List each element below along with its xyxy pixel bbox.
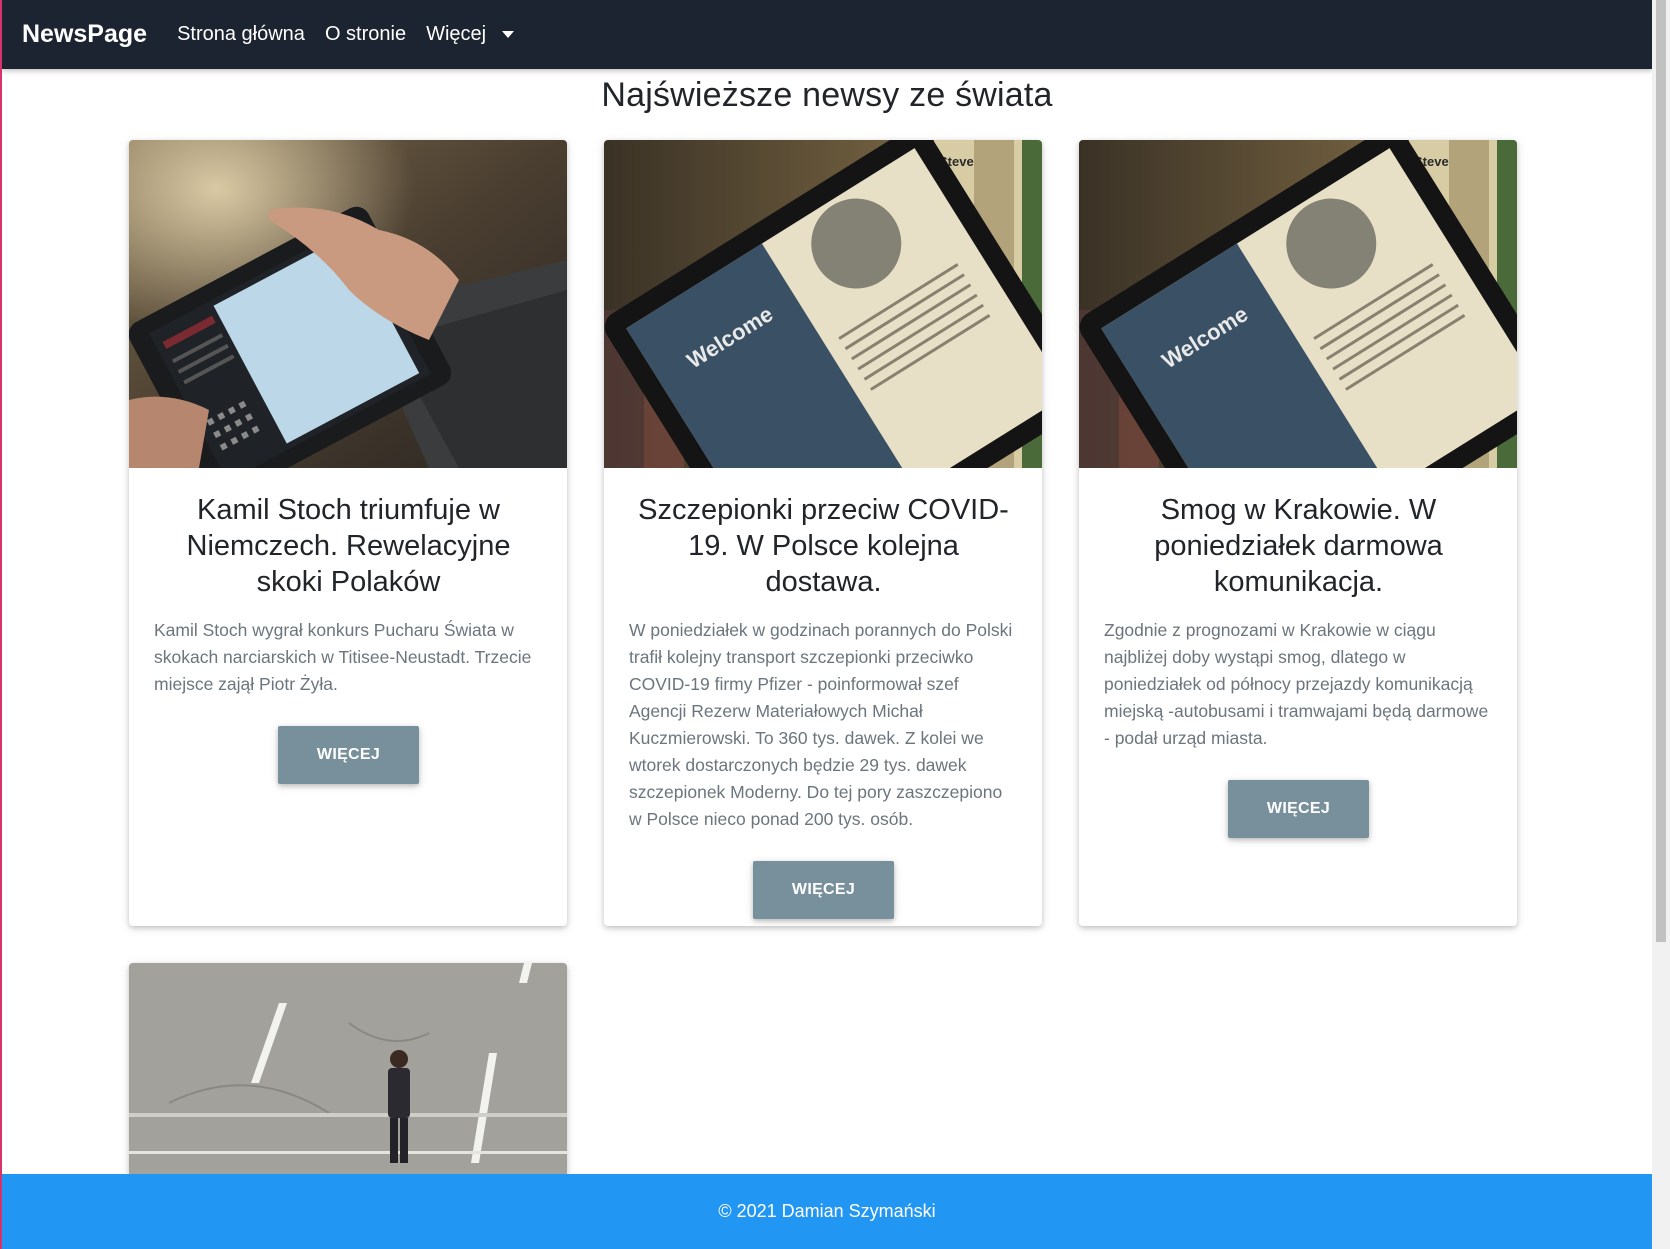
more-button[interactable]: WIĘCEJ (753, 861, 894, 919)
article-card: Kamil Stoch triumfuje w Niemczech. Rewel… (129, 140, 567, 926)
article-card: Steve Welcome Szczepionki przeciw COVID-… (604, 140, 1042, 926)
nav-dropdown-more[interactable]: Więcej (426, 23, 515, 46)
article-card: Steve Welcome Smog w Krakowie. W poniedz… (1079, 140, 1517, 926)
footer-copyright: © 2021 Damian Szymański (718, 1201, 936, 1221)
page-title: Najświeższe newsy ze świata (601, 76, 1053, 114)
article-title[interactable]: Kamil Stoch triumfuje w Niemczech. Rewel… (154, 492, 543, 600)
nav-link-about[interactable]: O stronie (325, 23, 406, 46)
article-card-body: Smog w Krakowie. W poniedziałek darmowa … (1079, 468, 1517, 838)
caret-down-icon (502, 31, 515, 38)
article-summary: W poniedziałek w godzinach porannych do … (629, 620, 1013, 829)
brand-logo[interactable]: NewsPage (22, 20, 147, 49)
article-title[interactable]: Smog w Krakowie. W poniedziałek darmowa … (1104, 492, 1493, 600)
navbar: NewsPage Strona główna O stronie Więcej (2, 0, 1652, 69)
article-image-ipad-books: Steve Welcome (604, 140, 1042, 468)
article-image-tablet-hand (129, 140, 567, 468)
article-card-body: Kamil Stoch triumfuje w Niemczech. Rewel… (129, 468, 567, 784)
article-image-ipad-books: Steve Welcome (1079, 140, 1517, 468)
more-button[interactable]: WIĘCEJ (1228, 780, 1369, 838)
article-card-body: Szczepionki przeciw COVID-19. W Polsce k… (604, 468, 1042, 919)
article-title[interactable]: Szczepionki przeciw COVID-19. W Polsce k… (629, 492, 1018, 600)
vertical-scrollbar[interactable] (1652, 0, 1670, 1249)
nav-link-home[interactable]: Strona główna (177, 23, 305, 46)
page-viewport: NewsPage Strona główna O stronie Więcej … (0, 0, 1652, 1249)
nav-dropdown-label: Więcej (426, 23, 487, 45)
article-summary: Zgodnie z prognozami w Krakowie w ciągu … (1104, 620, 1489, 748)
scrollbar-thumb[interactable] (1656, 0, 1666, 942)
article-summary: Kamil Stoch wygrał konkurs Pucharu Świat… (154, 620, 532, 694)
more-button[interactable]: WIĘCEJ (278, 726, 419, 784)
footer: © 2021 Damian Szymański (2, 1174, 1652, 1249)
